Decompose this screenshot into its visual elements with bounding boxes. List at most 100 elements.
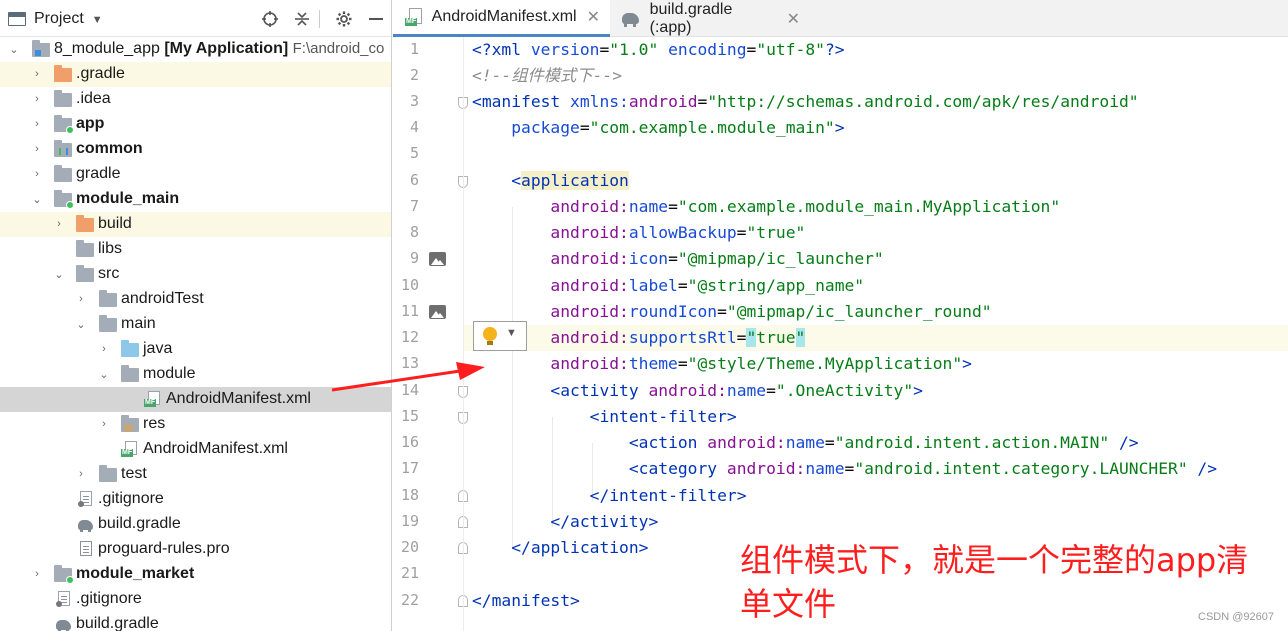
intention-actions-button[interactable]: ▼ — [473, 321, 527, 351]
tree-item-root-build-gradle[interactable]: build.gradle — [0, 612, 391, 631]
line-number: 17 — [400, 459, 419, 477]
tree-item-label: app — [76, 115, 105, 132]
lightbulb-base — [487, 341, 493, 345]
chevron-right-icon[interactable]: › — [29, 166, 45, 182]
folder-icon — [121, 365, 139, 382]
tree-item-build[interactable]: › build — [0, 212, 391, 237]
tree-item-label: main — [121, 315, 156, 332]
tree-item-module-market[interactable]: › module_market — [0, 562, 391, 587]
tree-item-label: module — [143, 365, 196, 382]
module-folder-icon — [32, 40, 50, 57]
code-line-4: package="com.example.module_main"> — [511, 118, 845, 137]
library-module-icon — [54, 140, 72, 157]
chevron-down-icon[interactable]: ⌄ — [29, 191, 45, 207]
tree-item-main[interactable]: ⌄ main — [0, 312, 391, 337]
project-tree: ⌄ 8_module_app [My Application] F:\andro… — [0, 37, 391, 631]
line-number: 2 — [409, 66, 419, 84]
text-file-icon — [78, 541, 92, 557]
image-preview-icon[interactable] — [429, 252, 446, 266]
project-panel-title: Project — [34, 10, 84, 27]
chevron-down-icon[interactable]: ⌄ — [96, 366, 112, 382]
tree-item-res[interactable]: › res — [0, 412, 391, 437]
code-line-9: android:icon="@mipmap/ic_launcher" — [550, 249, 884, 268]
tree-item-idea[interactable]: › .idea — [0, 87, 391, 112]
gradle-elephant-icon — [620, 10, 642, 28]
tree-item-proguard[interactable]: proguard-rules.pro — [0, 537, 391, 562]
chevron-right-icon[interactable]: › — [96, 416, 112, 432]
close-icon[interactable]: ✕ — [587, 7, 600, 27]
tree-item-label: .gradle — [76, 65, 125, 82]
tree-item-root-gitignore[interactable]: .gitignore — [0, 587, 391, 612]
chevron-down-icon[interactable]: ⌄ — [6, 41, 22, 57]
tree-item-build-gradle[interactable]: build.gradle — [0, 512, 391, 537]
tree-item-src[interactable]: ⌄ src — [0, 262, 391, 287]
chevron-right-icon[interactable]: › — [29, 91, 45, 107]
gradle-elephant-icon — [75, 518, 95, 532]
tab-android-manifest[interactable]: MF AndroidManifest.xml ✕ — [393, 0, 610, 37]
chevron-right-icon[interactable]: › — [73, 291, 89, 307]
code-line-19: </activity> — [550, 512, 659, 531]
hide-panel-icon[interactable] — [365, 8, 387, 30]
image-preview-icon[interactable] — [429, 305, 446, 319]
chevron-right-icon[interactable]: › — [73, 466, 89, 482]
tree-item-gradle-cache[interactable]: › .gradle — [0, 62, 391, 87]
gear-icon[interactable] — [333, 8, 355, 30]
gitignore-file-icon — [56, 591, 70, 607]
tree-item-app[interactable]: › app — [0, 112, 391, 137]
chevron-right-icon[interactable]: › — [29, 116, 45, 132]
line-number: 6 — [409, 171, 419, 189]
folder-icon — [54, 90, 72, 107]
code-line-16: <action android:name="android.intent.act… — [628, 433, 1139, 452]
tree-item-gradle[interactable]: › gradle — [0, 162, 391, 187]
tree-item-root[interactable]: ⌄ 8_module_app [My Application] F:\andro… — [0, 37, 391, 62]
chevron-right-icon[interactable]: › — [96, 341, 112, 357]
chevron-down-icon[interactable]: ⌄ — [73, 316, 89, 332]
tree-item-label: module_market — [76, 565, 195, 582]
tree-item-label: 8_module_app [My Application] F:\android… — [54, 40, 384, 58]
chevron-down-icon[interactable]: ⌄ — [51, 266, 67, 282]
tree-item-main-manifest[interactable]: MF AndroidManifest.xml — [0, 437, 391, 462]
module-folder-icon — [54, 115, 74, 134]
tree-item-gitignore[interactable]: .gitignore — [0, 487, 391, 512]
code-line-3: <manifest xmlns:android="http://schemas.… — [472, 92, 1139, 111]
chevron-down-icon: ▼ — [506, 327, 517, 339]
code-line-14: <activity android:name=".OneActivity"> — [550, 381, 923, 400]
line-number: 20 — [400, 538, 419, 556]
tree-item-test[interactable]: › test — [0, 462, 391, 487]
chevron-right-icon[interactable]: › — [29, 66, 45, 82]
tab-label: build.gradle (:app) — [649, 0, 733, 36]
tree-item-label: common — [76, 140, 143, 157]
tree-item-label: build.gradle — [98, 515, 181, 532]
code-line-2: <!--组件模式下--> — [472, 66, 623, 85]
locate-target-icon[interactable] — [259, 8, 281, 30]
collapse-all-icon[interactable] — [291, 8, 313, 30]
close-icon[interactable]: ✕ — [787, 9, 800, 29]
line-number: 4 — [409, 118, 419, 136]
tree-item-label: src — [98, 265, 120, 282]
project-panel: Project ▼ ⌄ 8_module_app [My Application… — [0, 0, 392, 631]
line-number: 22 — [400, 591, 419, 609]
tree-item-label: AndroidManifest.xml — [166, 390, 311, 407]
tree-item-label: test — [121, 465, 147, 482]
tree-item-libs[interactable]: libs — [0, 237, 391, 262]
tree-item-android-test[interactable]: › androidTest — [0, 287, 391, 312]
tree-item-common[interactable]: › common — [0, 137, 391, 162]
tree-item-label: .gitignore — [76, 590, 142, 607]
tree-item-label: .idea — [76, 90, 111, 107]
code-line-10: android:label="@string/app_name" — [550, 276, 865, 295]
editor-tab-bar: MF AndroidManifest.xml ✕ build.gradle (:… — [393, 0, 1288, 37]
tree-item-label: res — [143, 415, 166, 432]
tab-build-gradle-app[interactable]: build.gradle (:app) ✕ — [610, 0, 810, 37]
line-number: 9 — [409, 249, 419, 267]
folder-icon — [54, 65, 72, 82]
line-number: 7 — [409, 197, 419, 215]
chevron-right-icon[interactable]: › — [29, 141, 45, 157]
code-line-18: </intent-filter> — [589, 486, 747, 505]
chevron-right-icon[interactable]: › — [29, 566, 45, 582]
code-editor: MF AndroidManifest.xml ✕ build.gradle (:… — [393, 0, 1288, 631]
tree-item-module-main[interactable]: ⌄ module_main — [0, 187, 391, 212]
project-view-selector[interactable]: Project ▼ — [8, 7, 103, 31]
chevron-right-icon[interactable]: › — [51, 216, 67, 232]
code-line-11: android:roundIcon="@mipmap/ic_launcher_r… — [550, 302, 992, 321]
folder-icon — [76, 215, 94, 232]
